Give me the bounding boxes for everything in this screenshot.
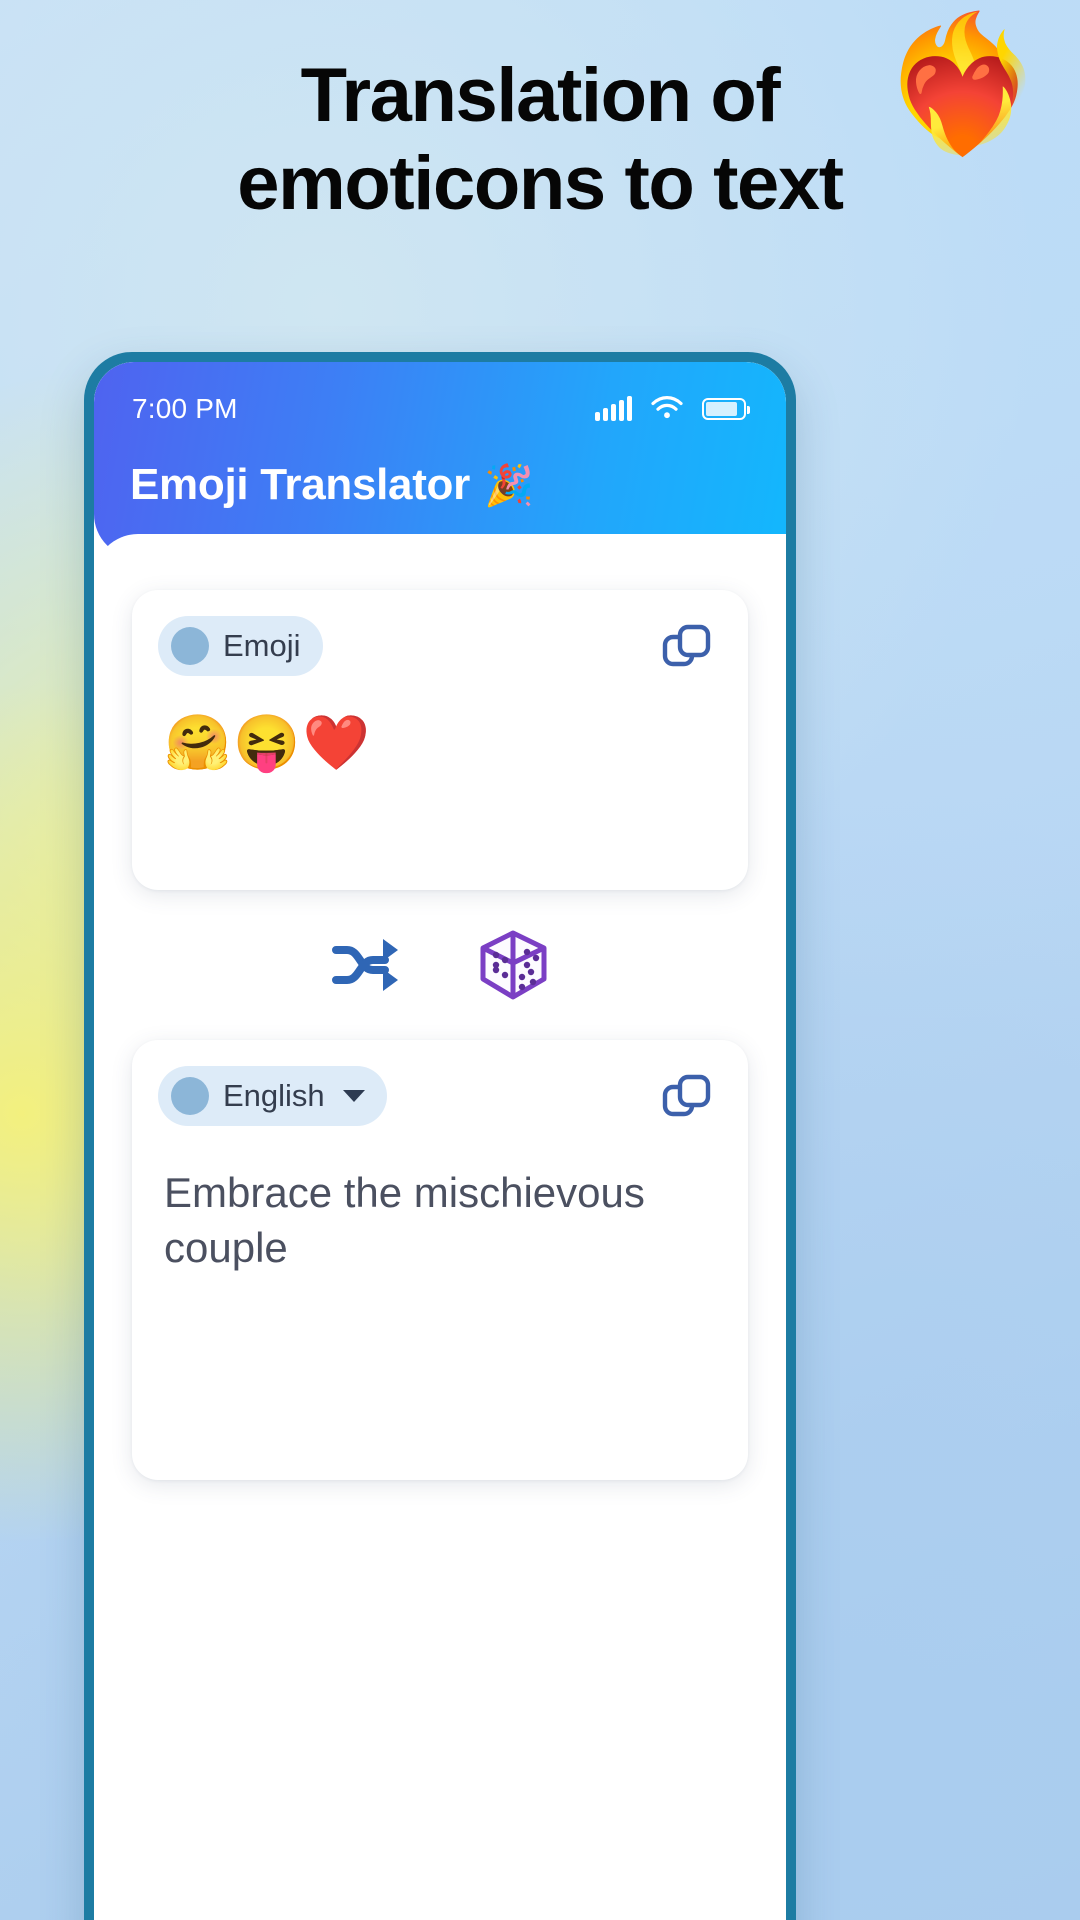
app-title-text: Emoji Translator: [130, 460, 470, 509]
emoji-input-content[interactable]: 🤗😝❤️: [158, 711, 722, 776]
phone-screen: 7:00 PM Emoji Translator 🎉 Emoji 🤗😝❤️ En…: [94, 362, 786, 1920]
emoji-input-card: Emoji 🤗😝❤️: [132, 590, 748, 890]
app-header: 7:00 PM Emoji Translator 🎉: [94, 362, 786, 558]
action-bar: [132, 890, 748, 1040]
language-avatar-icon: [171, 1077, 209, 1115]
output-card-header: English: [158, 1066, 722, 1131]
battery-icon: [702, 398, 750, 420]
emoji-language-chip[interactable]: Emoji: [158, 616, 323, 676]
emoji-language-label: Emoji: [223, 628, 301, 663]
translation-output-text[interactable]: Embrace the mischievous couple: [158, 1165, 699, 1276]
app-body: Emoji 🤗😝❤️ English Embrace the mischievo…: [94, 534, 786, 1920]
signal-bars-icon: [595, 396, 632, 421]
status-time: 7:00 PM: [132, 393, 238, 424]
app-title: Emoji Translator 🎉: [124, 460, 756, 510]
output-language-label: English: [223, 1078, 325, 1113]
wifi-icon: [650, 394, 684, 425]
promo-page: Translation of emoticons to text ❤️‍🔥 7:…: [0, 0, 1080, 1920]
output-language-chip[interactable]: English: [158, 1066, 387, 1126]
copy-translation-button[interactable]: [660, 1072, 714, 1131]
random-dice-button[interactable]: [470, 922, 556, 1008]
phone-mockup: 7:00 PM Emoji Translator 🎉 Emoji 🤗😝❤️ En…: [84, 352, 796, 1920]
status-icons: [595, 394, 756, 425]
swap-languages-button[interactable]: [324, 922, 410, 1008]
party-popper-icon: 🎉: [483, 463, 534, 508]
heart-on-fire-icon: ❤️‍🔥: [879, 10, 1044, 157]
chevron-down-icon: [342, 1090, 365, 1102]
translation-output-card: English Embrace the mischievous couple: [132, 1040, 748, 1480]
copy-emoji-button[interactable]: [660, 622, 714, 681]
emoji-card-header: Emoji: [158, 616, 722, 681]
language-avatar-icon: [171, 627, 209, 665]
status-bar: 7:00 PM: [124, 388, 756, 430]
